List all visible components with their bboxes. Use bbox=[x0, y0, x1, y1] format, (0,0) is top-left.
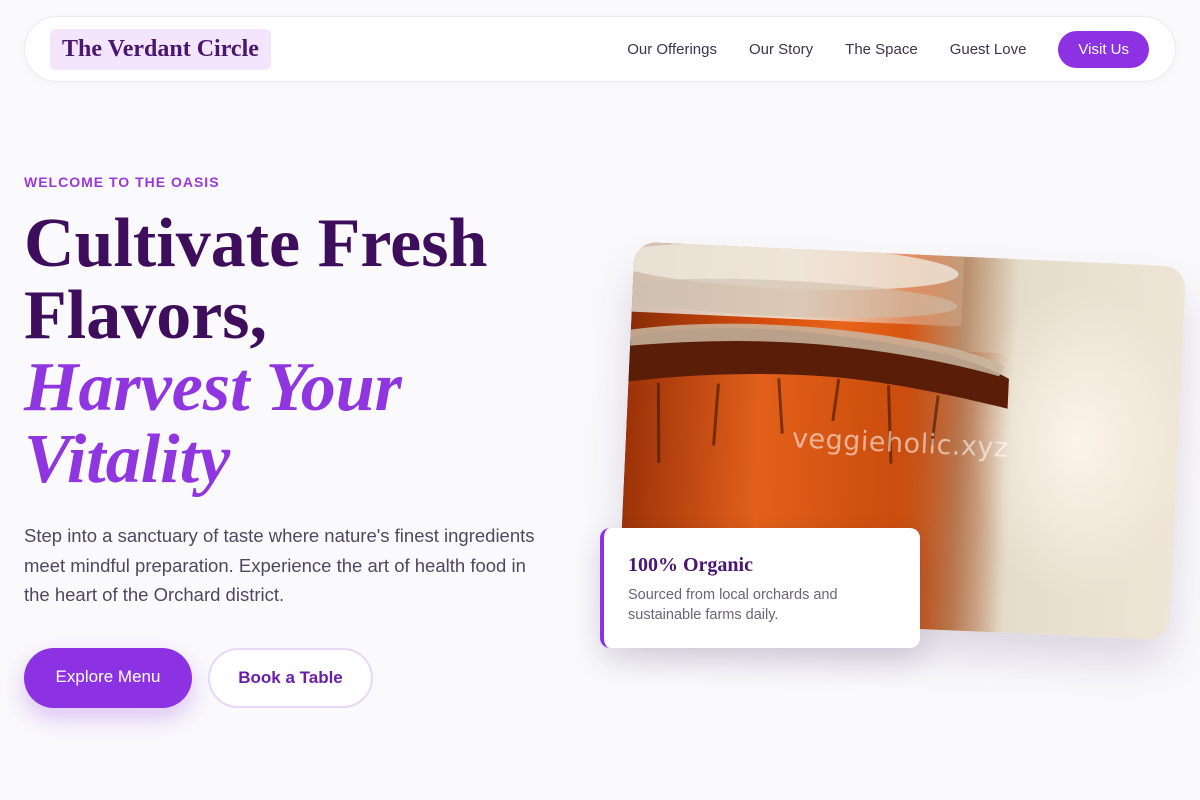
nav-link-guest-love[interactable]: Guest Love bbox=[950, 32, 1027, 68]
explore-menu-button[interactable]: Explore Menu bbox=[24, 648, 192, 708]
organic-badge-card: 100% Organic Sourced from local orchards… bbox=[600, 528, 920, 648]
headline-accent-line-2: Vitality bbox=[24, 421, 231, 498]
nav-link-our-offerings[interactable]: Our Offerings bbox=[627, 32, 717, 68]
headline-line-2: Flavors, bbox=[24, 277, 268, 354]
hero-headline: Cultivate Fresh Flavors, Harvest Your Vi… bbox=[24, 208, 584, 496]
book-table-button[interactable]: Book a Table bbox=[208, 648, 373, 708]
top-navigation: The Verdant Circle Our Offerings Our Sto… bbox=[24, 16, 1176, 82]
nav-link-our-story[interactable]: Our Story bbox=[749, 32, 813, 68]
nav-links: Our Offerings Our Story The Space Guest … bbox=[627, 31, 1149, 68]
visit-us-button[interactable]: Visit Us bbox=[1058, 31, 1149, 68]
badge-title: 100% Organic bbox=[628, 554, 753, 576]
headline-line-1: Cultivate Fresh bbox=[24, 205, 488, 282]
headline-accent-line-1: Harvest Your bbox=[24, 349, 402, 426]
hero-eyebrow: WELCOME TO THE OASIS bbox=[24, 174, 220, 190]
brand-logo[interactable]: The Verdant Circle bbox=[50, 29, 271, 70]
hero-description: Step into a sanctuary of taste where nat… bbox=[24, 525, 535, 605]
nav-link-the-space[interactable]: The Space bbox=[845, 32, 918, 68]
badge-description: Sourced from local orchards and sustaina… bbox=[628, 587, 838, 623]
